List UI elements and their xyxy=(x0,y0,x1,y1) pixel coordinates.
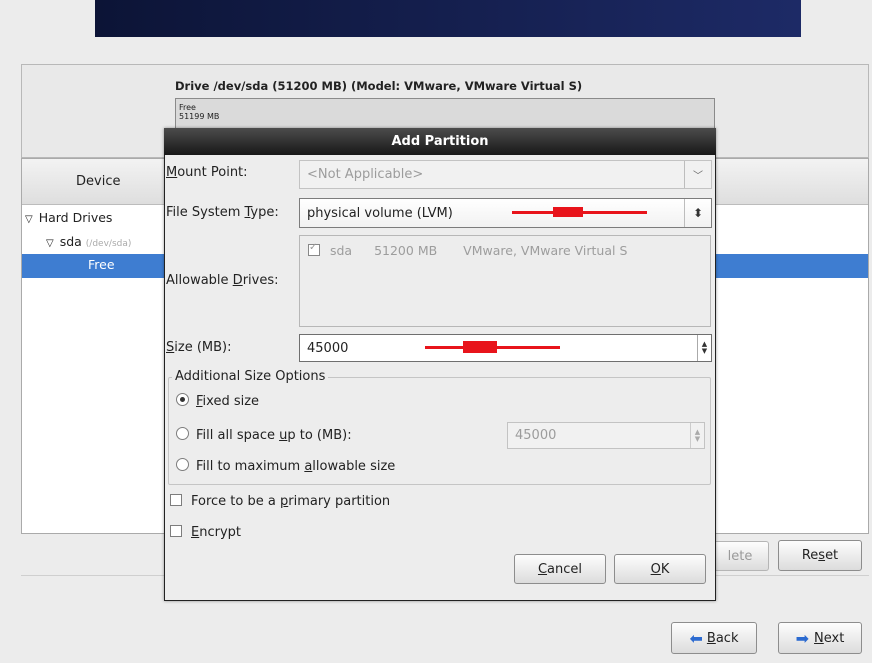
drive-usage-bar: Free 51199 MB xyxy=(175,98,715,132)
force-primary-checkbox[interactable]: Force to be a primary partition xyxy=(170,494,390,509)
radio-button[interactable] xyxy=(176,427,189,440)
back-button[interactable]: ⬅ Back xyxy=(671,622,757,654)
radio-fill-up-to[interactable]: Fill all space up to (MB): xyxy=(176,427,352,443)
checkbox[interactable] xyxy=(170,494,182,506)
dialog-title: Add Partition xyxy=(164,128,716,155)
ok-button[interactable]: OK xyxy=(614,554,706,584)
tree-item-hard-drives[interactable]: ▽ Hard Drives xyxy=(25,210,112,225)
radio-button[interactable] xyxy=(176,393,189,406)
expander-down-icon[interactable]: ▽ xyxy=(25,214,33,225)
radio-fixed-size[interactable]: Fixed size xyxy=(176,393,259,409)
encrypt-checkbox[interactable]: Encrypt xyxy=(170,525,241,540)
drive-bar-label: Free xyxy=(179,103,196,112)
size-value: 45000 xyxy=(307,340,349,356)
drive-title: Drive /dev/sda (51200 MB) (Model: VMware… xyxy=(175,79,583,93)
drive-checkbox[interactable] xyxy=(308,242,320,256)
cancel-button[interactable]: Cancel xyxy=(514,554,606,584)
delete-button[interactable]: lete xyxy=(712,541,769,571)
fs-type-select[interactable]: physical volume (LVM) ⬍ xyxy=(299,198,712,228)
installer-banner xyxy=(95,0,801,37)
mount-point-value: <Not Applicable> xyxy=(307,167,424,182)
fs-type-value: physical volume (LVM) xyxy=(307,205,453,221)
fill-up-to-spinbox[interactable]: 45000 ▲ ▼ xyxy=(507,422,705,449)
fill-up-to-value: 45000 xyxy=(515,428,557,443)
size-options-label: Additional Size Options xyxy=(172,369,329,384)
tree-item-sda[interactable]: ▽ sda (/dev/sda) xyxy=(46,234,131,249)
tree-label-sda-path: (/dev/sda) xyxy=(85,239,132,249)
drive-bar-size: 51199 MB xyxy=(179,112,220,121)
allowable-drives-label: Allowable Drives: xyxy=(166,273,279,288)
next-arrow-icon: ➡ xyxy=(795,628,810,648)
spin-arrows-icon[interactable]: ▲ ▼ xyxy=(697,335,711,361)
chevron-down-icon[interactable]: ﹀ xyxy=(684,161,711,188)
expander-down-icon[interactable]: ▽ xyxy=(46,238,54,249)
annotation-arrow-head xyxy=(553,207,583,217)
annotation-arrow-head xyxy=(463,341,497,353)
tree-label-hard-drives: Hard Drives xyxy=(38,210,113,225)
checkbox[interactable] xyxy=(170,525,182,537)
mount-point-combo[interactable]: <Not Applicable> ﹀ xyxy=(299,160,712,189)
next-button[interactable]: ➡ Next xyxy=(778,622,862,654)
radio-fill-maximum[interactable]: Fill to maximum allowable size xyxy=(176,458,395,474)
radio-button[interactable] xyxy=(176,458,189,471)
reset-button[interactable]: Re s et xyxy=(778,540,862,571)
updown-chevron-icon[interactable]: ⬍ xyxy=(684,199,711,227)
size-label: Size (MB): xyxy=(166,340,232,355)
tree-label-sda: sda xyxy=(59,234,82,249)
mount-point-label: Mount Point: xyxy=(166,165,248,180)
column-header-device[interactable]: Device xyxy=(76,174,120,189)
drive-row-sda[interactable]: sda 51200 MB VMware, VMware Virtual S xyxy=(308,242,627,258)
fs-type-label: File System Type: xyxy=(166,205,279,220)
spin-arrows-icon[interactable]: ▲ ▼ xyxy=(690,423,704,448)
tree-label-free: Free xyxy=(88,257,115,272)
back-arrow-icon: ⬅ xyxy=(689,628,703,648)
